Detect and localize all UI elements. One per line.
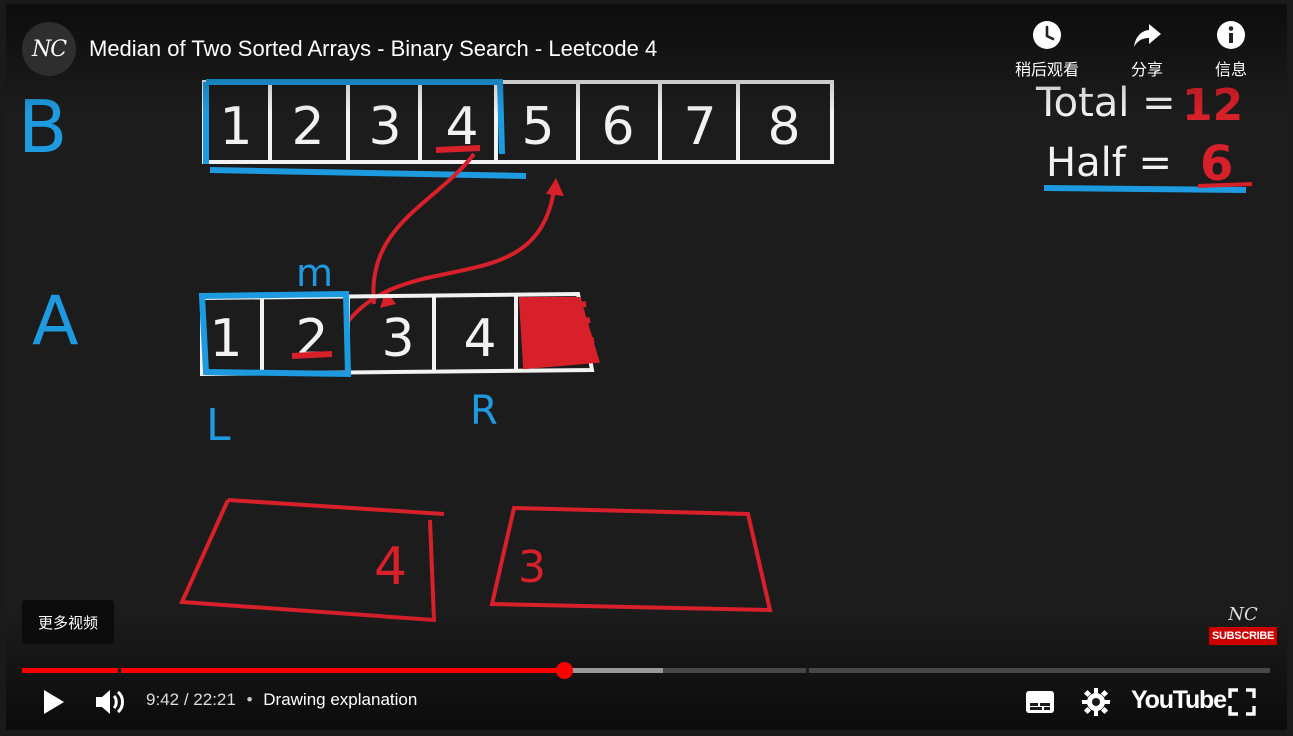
chapter-title[interactable]: Drawing explanation [263, 690, 417, 709]
progress-played [22, 668, 564, 673]
left-marker: L [206, 400, 231, 451]
video-title[interactable]: Median of Two Sorted Arrays - Binary Sea… [89, 36, 657, 62]
half-label: Half = [1046, 140, 1172, 186]
play-button[interactable] [33, 682, 73, 722]
time-separator: / [183, 690, 189, 709]
array-b-cell: 8 [767, 97, 800, 157]
more-videos-button[interactable]: 更多视频 [22, 600, 114, 644]
share-label: 分享 [1130, 60, 1163, 79]
array-b-cell: 1 [219, 97, 252, 157]
right-marker: R [470, 388, 498, 434]
gear-icon [1082, 688, 1110, 716]
video-frame[interactable]: B 1 2 3 4 5 6 7 8 A 1 2 3 4 m L R Total … [6, 4, 1287, 730]
array-a-cell: 1 [209, 309, 242, 369]
subscribe-badge: SUBSCRIBE [1208, 627, 1278, 645]
half-underline [1043, 185, 1247, 193]
whiteboard-drawing: B 1 2 3 4 5 6 7 8 A 1 2 3 4 m L R Total … [18, 79, 1253, 623]
chapter-divider [118, 668, 121, 673]
label-a: A [32, 282, 79, 361]
play-icon [44, 690, 64, 714]
chapter-divider [806, 668, 809, 673]
red-scribble [518, 297, 600, 370]
fullscreen-button[interactable] [1222, 682, 1262, 722]
array-b-cell: 5 [521, 97, 554, 157]
volume-icon [96, 690, 124, 714]
array-b-cell: 2 [291, 97, 324, 157]
channel-initials: NC [31, 36, 67, 62]
channel-avatar[interactable]: NC [22, 22, 76, 76]
share-button[interactable]: 分享 [1105, 20, 1189, 80]
info-label: 信息 [1214, 60, 1247, 79]
info-icon [1217, 21, 1245, 49]
mid-marker: m [296, 251, 333, 295]
channel-watermark[interactable]: NC SUBSCRIBE [1208, 604, 1278, 645]
array-b-cell: 7 [683, 97, 716, 157]
arrow-head-b [546, 178, 564, 196]
current-time: 9:42 [146, 690, 180, 709]
a-underline [291, 351, 333, 359]
progress-bar[interactable] [22, 662, 1270, 679]
fullscreen-icon [1228, 688, 1256, 716]
mute-button[interactable] [90, 682, 130, 722]
total-label: Total = [1035, 80, 1176, 126]
watermark-initials: NC [1228, 604, 1258, 625]
share-arrow-icon [1134, 24, 1161, 47]
video-player[interactable]: B 1 2 3 4 5 6 7 8 A 1 2 3 4 m L R Total … [0, 0, 1293, 736]
b-underline [435, 145, 481, 153]
settings-button[interactable] [1076, 682, 1116, 722]
label-b: B [18, 85, 67, 169]
half-red-underline [1197, 182, 1253, 188]
array-b-cell: 3 [368, 97, 401, 157]
progress-scrubber[interactable] [555, 662, 573, 679]
duration: 22:21 [193, 690, 236, 709]
watch-later-label: 稍后观看 [1014, 60, 1079, 79]
info-button[interactable]: 信息 [1189, 20, 1273, 80]
array-b-values: 1 2 3 4 5 6 7 8 [219, 97, 800, 157]
youtube-logo[interactable]: YouTube [1131, 686, 1227, 715]
array-a-cell: 2 [295, 309, 328, 369]
watch-later-button[interactable]: 稍后观看 [1005, 20, 1089, 80]
array-b-cell: 6 [601, 97, 634, 157]
clock-icon [1033, 21, 1061, 49]
subtitles-icon [1026, 691, 1054, 713]
subtitles-button[interactable] [1020, 682, 1060, 722]
chapter-dot: • [246, 690, 253, 709]
time-display: 9:42 / 22:21 • Drawing explanation [146, 690, 417, 710]
total-value: 12 [1182, 80, 1243, 131]
array-a-cell: 3 [381, 309, 414, 369]
left-partition-value: 4 [374, 537, 407, 597]
right-partition-value: 3 [518, 542, 546, 593]
array-a-cell: 4 [463, 309, 496, 369]
